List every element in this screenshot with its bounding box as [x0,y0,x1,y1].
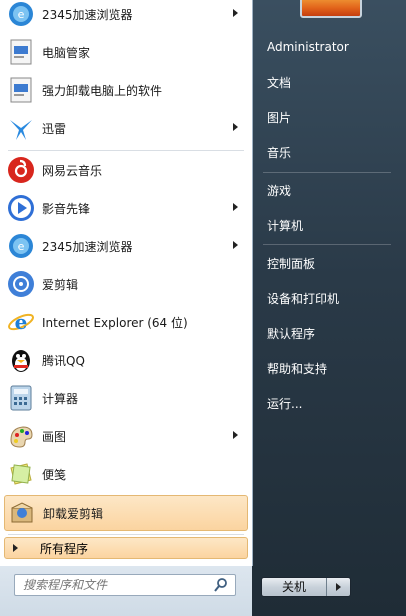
menu-item-uninstaller[interactable]: 强力卸载电脑上的软件 [4,72,248,108]
all-programs-button[interactable]: 所有程序 [4,537,248,559]
search-icon[interactable] [213,577,229,593]
menu-item-calculator[interactable]: 计算器 [4,380,248,416]
menu-item-label: 便笺 [42,467,67,482]
submenu-arrow-icon [233,9,238,17]
svg-text:e: e [18,8,25,21]
expand-arrow-icon [13,544,18,552]
divider [263,172,391,173]
browser-2345-icon: e [6,0,36,29]
qq-penguin-icon [6,345,36,375]
menu-item-label: 网易云音乐 [42,163,103,178]
menu-item-paint[interactable]: 画图 [4,418,248,454]
menu-item-label: 卸载爱剪辑 [43,506,104,521]
calculator-icon [6,383,36,413]
help-support-link[interactable]: 帮助和支持 [259,353,399,383]
sticky-notes-icon [6,459,36,489]
media-player-icon [6,193,36,223]
control-panel-link[interactable]: 控制面板 [259,248,399,278]
shutdown-button-group: 关机 [261,577,351,597]
submenu-arrow-icon [233,241,238,249]
menu-item-label: 画图 [42,429,67,444]
menu-item-label: 迅雷 [42,121,67,136]
internet-explorer-icon: e [6,307,36,337]
start-menu-places-panel: Administrator 文档 图片 音乐 游戏 计算机 控制面板 设备和打印… [253,0,406,616]
devices-printers-link[interactable]: 设备和打印机 [259,283,399,313]
menu-item-qq[interactable]: 腾讯QQ [4,342,248,378]
music-link[interactable]: 音乐 [259,137,399,167]
shutdown-options-button[interactable] [327,578,350,596]
run-link[interactable]: 运行... [259,388,399,418]
video-editor-icon [6,269,36,299]
xunlei-icon [6,113,36,143]
menu-item-pc-manager[interactable]: 电脑管家 [4,34,248,70]
netease-music-icon [6,155,36,185]
search-input[interactable] [15,577,213,593]
divider [8,150,244,151]
menu-item-uninstall-video-editor[interactable]: 卸载爱剪辑 [4,495,248,531]
menu-item-video-editor[interactable]: 爱剪辑 [4,266,248,302]
svg-text:e: e [15,310,28,334]
user-name-link[interactable]: Administrator [259,32,399,62]
menu-item-sticky-notes[interactable]: 便笺 [4,456,248,492]
games-link[interactable]: 游戏 [259,175,399,205]
menu-item-label: 电脑管家 [42,45,91,60]
menu-item-label: 2345加速浏览器 [42,7,133,22]
menu-item-label: 腾讯QQ [42,353,85,368]
user-avatar[interactable] [300,0,362,18]
divider [8,534,244,535]
menu-item-2345-browser-recent[interactable]: e 2345加速浏览器 [4,228,248,264]
all-programs-label: 所有程序 [40,541,89,556]
menu-item-label: Internet Explorer (64 位) [42,315,188,330]
divider [263,244,391,245]
uninstaller-icon [6,75,36,105]
paint-palette-icon [6,421,36,451]
documents-link[interactable]: 文档 [259,67,399,97]
menu-item-2345-browser-pinned[interactable]: e 2345加速浏览器 [4,0,248,32]
pictures-link[interactable]: 图片 [259,102,399,132]
menu-item-label: 爱剪辑 [42,277,79,292]
shutdown-button[interactable]: 关机 [262,578,327,596]
default-programs-link[interactable]: 默认程序 [259,318,399,348]
computer-link[interactable]: 计算机 [259,210,399,240]
submenu-arrow-icon [233,203,238,211]
menu-item-netease-music[interactable]: 网易云音乐 [4,152,248,188]
menu-item-xunlei[interactable]: 迅雷 [4,110,248,146]
search-box[interactable] [14,574,236,596]
menu-item-label: 2345加速浏览器 [42,239,133,254]
browser-2345-icon: e [6,231,36,261]
search-area [0,566,252,616]
menu-item-label: 强力卸载电脑上的软件 [42,83,163,98]
submenu-arrow-icon [233,123,238,131]
svg-text:e: e [18,240,25,253]
menu-item-label: 计算器 [42,391,79,406]
start-menu-programs-panel: e 2345加速浏览器 电脑管家 强力卸载电脑上的软件 迅雷 网易云音乐 影音先… [0,0,253,566]
uninstall-editor-icon [7,498,37,528]
menu-item-internet-explorer[interactable]: e Internet Explorer (64 位) [4,304,248,340]
submenu-arrow-icon [233,431,238,439]
menu-item-label: 影音先锋 [42,201,91,216]
menu-item-media-player[interactable]: 影音先锋 [4,190,248,226]
pc-manager-icon [6,37,36,67]
chevron-right-icon [336,583,341,591]
